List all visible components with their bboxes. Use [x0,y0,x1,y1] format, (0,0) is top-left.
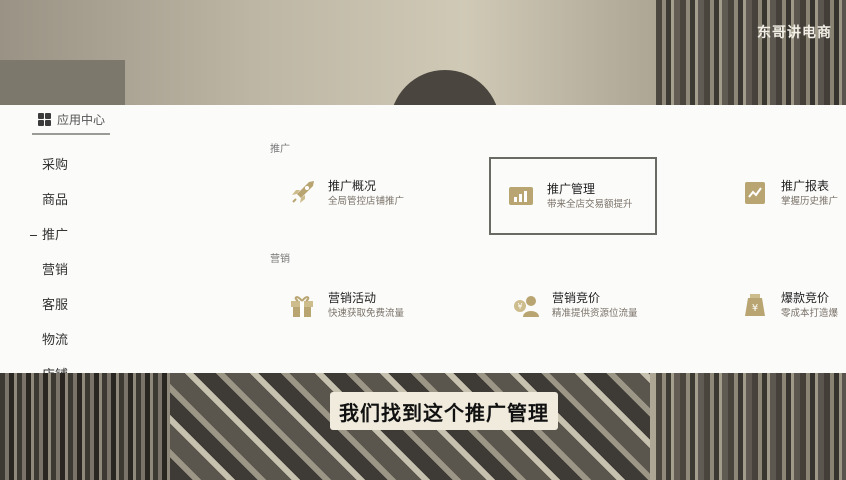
sidebar-item-label: 物流 [42,333,69,348]
trend-report-icon [739,177,771,209]
sidebar-item-label: 营销 [42,263,69,278]
sidebar-item-label: 采购 [42,158,69,173]
card-desc: 零成本打造爆 [781,308,839,319]
card-hot-item-bidding[interactable]: ¥ 爆款竞价 零成本打造爆 [725,267,846,343]
section-title-promotion: 推广 [270,144,290,155]
section-title-marketing: 营销 [270,254,290,265]
monitor [0,60,125,110]
card-title: 营销竞价 [552,291,601,305]
svg-text:¥: ¥ [752,303,758,314]
card-promotion-report[interactable]: 推广报表 掌握历史推广 [725,155,846,231]
card-desc: 掌握历史推广 [781,196,839,207]
video-subtitle: 我们找到这个推广管理 [330,392,558,430]
card-desc: 带来全店交易额提升 [547,199,633,210]
rocket-icon [286,177,318,209]
card-marketing-bidding[interactable]: ¥ 营销竞价 精准提供资源位流量 [496,267,664,343]
sidebar-item-purchase[interactable]: 采购 [0,155,200,190]
yuan-bag-icon: ¥ [739,289,771,321]
sidebar-item-marketing[interactable]: 营销 [0,260,200,295]
card-promotion-overview[interactable]: 推广概况 全局管控店铺推广 [272,155,440,231]
app-center-label: 应用中心 [57,112,106,127]
card-title: 营销活动 [328,291,377,305]
bar-chart-icon [505,180,537,212]
card-title: 推广报表 [781,179,830,193]
gift-icon [286,289,318,321]
card-title: 推广管理 [547,182,596,196]
card-title: 爆款竞价 [781,291,830,305]
card-desc: 快速获取免费流量 [328,308,405,319]
sidebar-item-store[interactable]: 店铺 [0,365,200,373]
grid-icon [38,112,51,126]
card-marketing-activity[interactable]: 营销活动 快速获取免费流量 [272,267,440,343]
channel-watermark: 东哥讲电商 [757,25,832,41]
sidebar-item-label: 客服 [42,298,69,313]
sidebar-item-logistics[interactable]: 物流 [0,330,200,365]
sidebar-item-promotion[interactable]: 推广 [0,225,200,260]
svg-text:¥: ¥ [517,302,522,311]
card-desc: 精准提供资源位流量 [552,308,638,319]
card-title: 推广概况 [328,179,377,193]
sidebar-nav: 采购 商品 推广 营销 客服 物流 店铺 [0,155,200,373]
card-desc: 全局管控店铺推广 [328,196,405,207]
app-center-tab[interactable]: 应用中心 [32,105,110,135]
bidding-icon: ¥ [510,289,542,321]
sidebar-item-label: 推广 [42,228,69,243]
sidebar-item-products[interactable]: 商品 [0,190,200,225]
sidebar: 应用中心 采购 商品 推广 营销 客服 物流 店铺 [0,105,240,373]
sidebar-item-label: 店铺 [42,368,68,373]
card-promotion-management[interactable]: 推广管理 带来全店交易额提升 [489,157,657,235]
sidebar-item-label: 商品 [42,193,69,208]
sidebar-item-customer-service[interactable]: 客服 [0,295,200,330]
app-center-panel: 应用中心 采购 商品 推广 营销 客服 物流 店铺 推广 推广概况 全局管控店铺… [0,105,846,373]
active-indicator [30,235,37,236]
